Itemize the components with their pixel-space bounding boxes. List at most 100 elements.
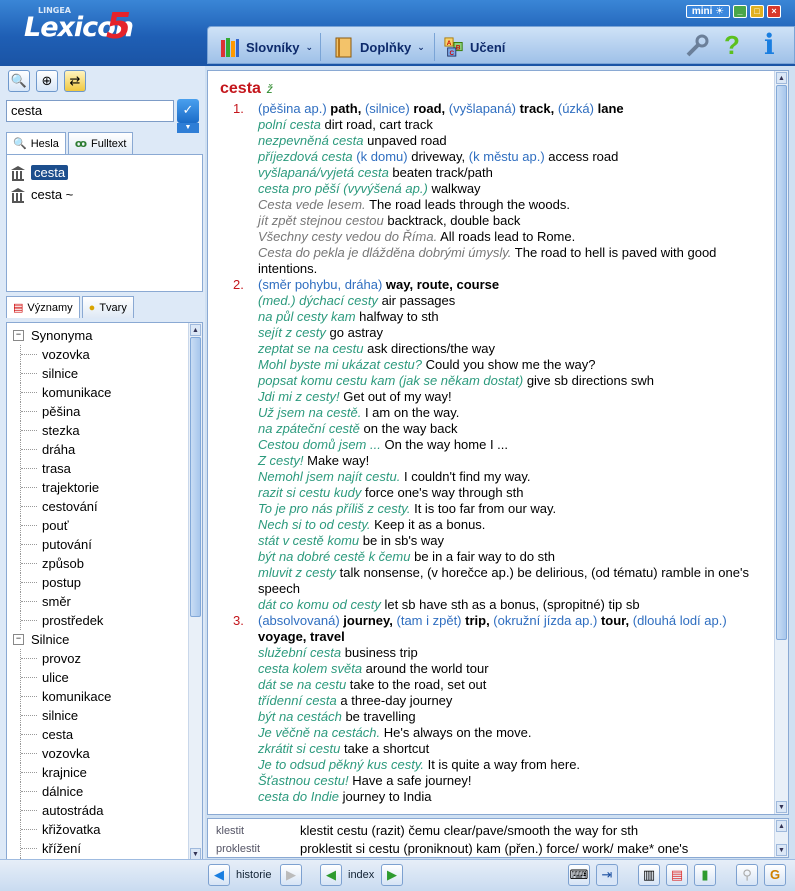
tree-item[interactable]: putování (7, 535, 202, 554)
scroll-down-icon[interactable]: ▼ (776, 801, 787, 813)
dictionary-icon (11, 165, 25, 181)
phrase-row: dát se na cestu take to the road, set ou… (220, 677, 768, 693)
card-view-icon[interactable]: ▥ (638, 864, 660, 886)
tree-item[interactable]: dálnice (7, 782, 202, 801)
phrase-row: třídenní cesta a three-day journey (220, 693, 768, 709)
keyboard-icon[interactable]: ⌨ (568, 864, 590, 886)
help-icon[interactable]: ? (724, 30, 740, 61)
google-icon[interactable]: G (764, 864, 786, 886)
phrase-translation: business trip (344, 645, 418, 660)
index-forward-icon[interactable]: ▶ (381, 864, 403, 886)
phrase-translation: around the world tour (365, 661, 489, 676)
tree-item[interactable]: komunikace (7, 383, 202, 402)
forms-icon: ● (88, 301, 96, 314)
tree-item[interactable]: krajnice (7, 763, 202, 782)
phrase-source: být na cestách (258, 709, 342, 724)
list-item[interactable]: cesta (7, 161, 202, 183)
tree-group[interactable]: Silnice (7, 630, 202, 649)
tab-hesla[interactable]: 🔍 Hesla (6, 132, 66, 154)
status-bar: ◀ historie ▶ ◀ index ▶ ⌨ ⇥ ▥ ▤ ▮ ⚲ G (0, 859, 795, 891)
bookmark-icon[interactable]: ▮ (694, 864, 716, 886)
phrase-result-row[interactable]: proklestit proklestit si cestu (proniknou… (208, 840, 788, 857)
phrase-row: Z cesty! Make way! (220, 453, 768, 469)
tree-item[interactable]: autostráda (7, 801, 202, 820)
tree-item[interactable]: pěšina (7, 402, 202, 421)
tree-item[interactable]: silnice (7, 364, 202, 383)
tree-item[interactable]: způsob (7, 554, 202, 573)
menu-uceni[interactable]: ABC Učení (444, 34, 505, 60)
search-input[interactable]: cesta (6, 100, 174, 122)
phrase-translation: journey to India (342, 789, 432, 804)
phrase-source: Cesta vede lesem. (258, 197, 366, 212)
tab-tvary[interactable]: ● Tvary (81, 296, 134, 318)
tree-item[interactable]: ulice (7, 668, 202, 687)
phrase-row: na zpáteční cestě on the way back (220, 421, 768, 437)
menu-slovniky[interactable]: Slovníky ⌄ (220, 34, 313, 60)
phrase-translation: go astray (329, 325, 384, 340)
history-forward-icon[interactable]: ▶ (280, 864, 302, 886)
close-button[interactable]: × (767, 5, 781, 18)
phrase-source: Už jsem na cestě. (258, 405, 362, 420)
maximize-button[interactable]: □ (750, 5, 764, 18)
tree-item[interactable]: směr (7, 592, 202, 611)
phrase-row: dát co komu od cesty let sb have sth as … (220, 597, 768, 613)
search-icon[interactable]: 🔍 (8, 70, 30, 92)
menu-doplnky[interactable]: Doplňky ⌄ (334, 34, 425, 60)
swap-direction-icon[interactable]: ⇄ (64, 70, 86, 92)
search-confirm-button[interactable]: ✓ (177, 99, 199, 123)
phrase-translation: let sb have sth as a bonus, (spropitné) … (384, 597, 640, 612)
mini-mode-button[interactable]: mini ☀ (686, 5, 730, 18)
title-bar: LINGEA Lexicon 5 mini ☀ _ □ × Slovníky ⌄ Do… (0, 0, 795, 66)
tree-item[interactable]: trasa (7, 459, 202, 478)
phrase-source: cesta kolem světa (258, 661, 363, 676)
entry-headword: cesta ž (220, 80, 273, 97)
list-item[interactable]: cesta ~ (7, 183, 202, 205)
lock-icon[interactable]: ⚲ (736, 864, 758, 886)
phrase-row: vyšlapaná/vyjetá cesta beaten track/path (220, 165, 768, 181)
phrase-key: proklestit (216, 843, 261, 855)
tree-item[interactable]: vozovka (7, 744, 202, 763)
tree-item[interactable]: silnice (7, 706, 202, 725)
tree-item[interactable]: vozovka (7, 345, 202, 364)
tree-item[interactable]: stezka (7, 421, 202, 440)
sense-part: (pěšina ap.) (258, 101, 331, 116)
tree-scrollbar[interactable]: ▲ ▼ (188, 323, 202, 861)
phrase-source: cesta pro pěší (vyvýšená ap.) (258, 181, 428, 196)
split-view-icon[interactable]: ⇥ (596, 864, 618, 886)
scroll-thumb[interactable] (776, 85, 787, 640)
tree-item[interactable]: postup (7, 573, 202, 592)
tab-fulltext[interactable]: ꝏ Fulltext (67, 132, 134, 154)
tab-vyznamy[interactable]: ▤ Významy (6, 296, 80, 318)
info-icon[interactable]: i (764, 28, 775, 61)
tree-item[interactable]: cesta (7, 725, 202, 744)
tree-item[interactable]: dráha (7, 440, 202, 459)
svg-text:A: A (447, 40, 452, 47)
tree-item[interactable]: cestování (7, 497, 202, 516)
index-back-icon[interactable]: ◀ (320, 864, 342, 886)
phrase-row: nezpevněná cesta unpaved road (220, 133, 768, 149)
note-icon[interactable]: ▤ (666, 864, 688, 886)
scroll-up-icon[interactable]: ▲ (776, 72, 787, 84)
tree-item[interactable]: prostředek (7, 611, 202, 630)
wrench-icon[interactable] (684, 33, 710, 59)
scroll-up-icon[interactable]: ▲ (190, 324, 201, 336)
sense-part: voyage, travel (258, 629, 345, 644)
tree-item[interactable]: komunikace (7, 687, 202, 706)
tree-item[interactable]: křižovatka (7, 820, 202, 839)
search-dropdown-button[interactable]: ▼ (177, 123, 199, 133)
phrase-translation: a three-day journey (340, 693, 453, 708)
tree-item[interactable]: provoz (7, 649, 202, 668)
scroll-thumb[interactable] (190, 337, 201, 617)
phrase-row: na půl cesty kam halfway to sth (220, 309, 768, 325)
tree-group[interactable]: Synonyma (7, 326, 202, 345)
tree-item[interactable]: trajektorie (7, 478, 202, 497)
phrase-source: Cesta do pekla je dlážděna dobrými úmysl… (258, 245, 512, 260)
minimize-button[interactable]: _ (733, 5, 747, 18)
tree-item[interactable]: pouť (7, 516, 202, 535)
phrase-result-row[interactable]: klestit klestit cestu (razit) čemu clear/… (208, 822, 788, 840)
entry-scrollbar[interactable]: ▲ ▼ (774, 71, 788, 814)
sense-line: 1. (pěšina ap.) path, (silnice) road, (vy… (220, 101, 768, 117)
zoom-search-icon[interactable]: ⊕ (36, 70, 58, 92)
tree-item[interactable]: křížení (7, 839, 202, 858)
history-back-icon[interactable]: ◀ (208, 864, 230, 886)
